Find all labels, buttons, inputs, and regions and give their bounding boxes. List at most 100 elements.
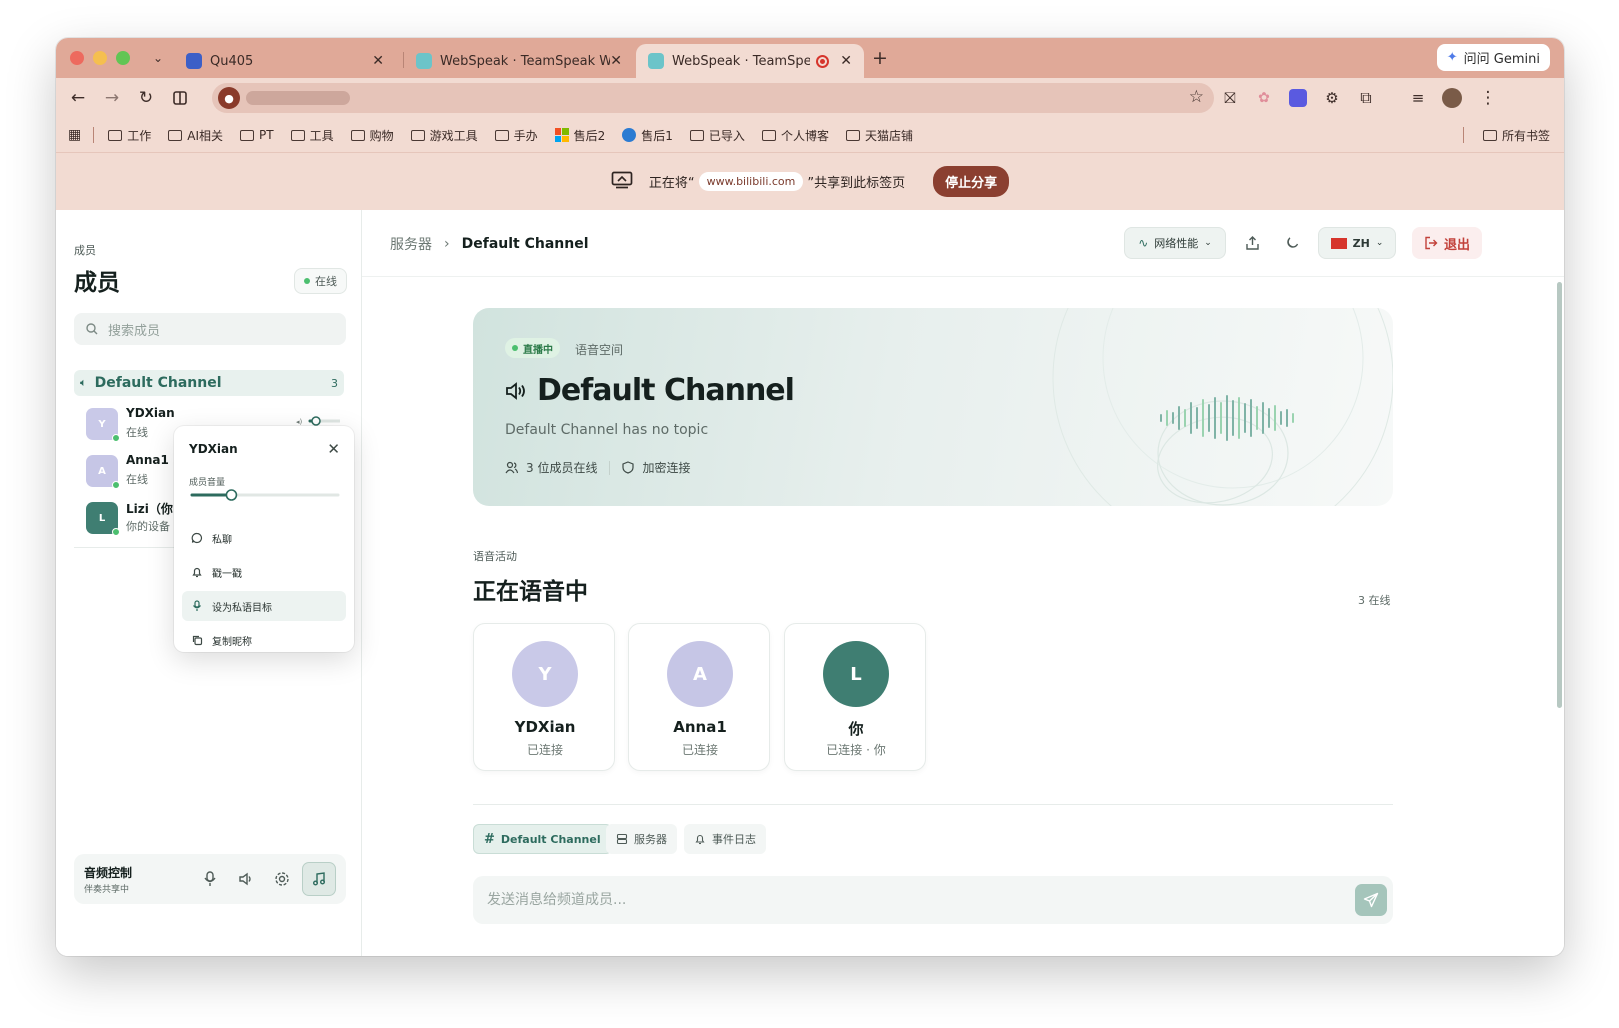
apps-grid-icon[interactable]: ▦ <box>68 127 81 143</box>
member-volume-slider[interactable] <box>190 489 340 501</box>
microphone-icon[interactable]: ● <box>218 87 240 109</box>
close-icon[interactable]: ✕ <box>372 53 384 69</box>
tab-webspeak-active[interactable]: WebSpeak · TeamSpeak Web ✕ <box>636 44 864 78</box>
bookmark-shopping[interactable]: 购物 <box>350 127 394 144</box>
all-bookmarks[interactable]: 所有书签 <box>1459 118 1550 152</box>
audio-control-panel: 音频控制 伴奏共享中 <box>74 854 346 904</box>
microphone-icon <box>193 600 201 611</box>
music-share-button[interactable] <box>302 862 336 896</box>
extension-cast-icon[interactable]: ⛝ <box>1218 86 1242 110</box>
tab-qu405[interactable]: Qu405 ✕ <box>174 44 396 78</box>
private-chat-item[interactable]: 私聊 <box>182 523 346 553</box>
voice-card-self[interactable]: L 你 已连接 · 你 <box>784 623 926 771</box>
member-search[interactable]: 搜索成员 <box>74 313 346 345</box>
microphone-button[interactable] <box>196 865 224 893</box>
voice-online-count: 3 在线 <box>1358 594 1391 607</box>
bookmark-label: 天猫店铺 <box>864 128 913 143</box>
search-icon <box>86 323 98 335</box>
main-scrollbar[interactable] <box>1557 282 1562 708</box>
bookmark-work[interactable]: 工作 <box>108 127 151 144</box>
hero-title-text: Default Channel <box>537 373 795 408</box>
reload-icon[interactable]: ↻ <box>134 86 158 110</box>
folder-icon <box>168 129 183 141</box>
member-search-input[interactable]: 搜索成员 <box>108 320 160 339</box>
menu-kebab-icon[interactable]: ⋮ <box>1476 86 1500 110</box>
forward-icon[interactable]: → <box>100 86 124 110</box>
sound-wave-illustration <box>1052 308 1393 506</box>
bookmark-figures[interactable]: 手办 <box>494 127 538 144</box>
poke-item[interactable]: 戳一戳 <box>182 557 346 587</box>
breadcrumb-server-link[interactable]: 服务器 <box>390 234 432 254</box>
language-select[interactable]: ZH ⌄ <box>1318 227 1396 259</box>
moon-icon <box>1287 237 1299 248</box>
bookmark-label: 工作 <box>127 128 152 143</box>
member-volume-label: 成员音量 <box>189 478 226 488</box>
member-name: Anna1 <box>126 453 169 467</box>
member-volume-slider[interactable]: ◂) <box>296 416 340 426</box>
new-tab-button[interactable]: + <box>868 46 892 70</box>
chevron-down-icon[interactable]: ⌄ <box>146 46 170 70</box>
tab-webspeak-1[interactable]: WebSpeak · TeamSpeak Web ✕ <box>404 44 634 78</box>
extension-pink-icon[interactable]: ✿ <box>1252 86 1276 110</box>
zoom-window-button[interactable] <box>116 51 130 65</box>
bookmark-game-tools[interactable]: 游戏工具 <box>410 127 478 144</box>
tab-event-log[interactable]: 事件日志 <box>684 824 766 854</box>
close-icon[interactable]: ✕ <box>610 53 622 69</box>
extension-openai-icon[interactable]: ⚙ <box>1320 86 1344 110</box>
address-bar[interactable]: ● ☆ <box>212 83 1214 113</box>
activity-icon: ∿ <box>1138 236 1149 250</box>
exit-button[interactable]: 退出 <box>1412 227 1483 259</box>
online-dot-icon <box>112 434 120 442</box>
extensions-puzzle-icon[interactable]: ⧉ <box>1354 86 1378 110</box>
bookmark-label: 游戏工具 <box>429 128 478 143</box>
tab-server[interactable]: 服务器 <box>606 824 677 854</box>
svg-text:◂): ◂) <box>296 418 303 426</box>
bookmark-imported[interactable]: 已导入 <box>689 127 745 144</box>
profile-avatar[interactable] <box>1440 86 1464 110</box>
online-status-chip[interactable]: 在线 <box>294 268 347 294</box>
close-icon[interactable]: ✕ <box>327 440 340 458</box>
send-button[interactable] <box>1355 884 1387 916</box>
bookmark-separator <box>93 127 95 143</box>
back-icon[interactable]: ← <box>66 86 90 110</box>
stop-sharing-button[interactable]: 停止分享 <box>933 166 1010 197</box>
channel-name: Default Channel <box>94 375 222 391</box>
network-performance-button[interactable]: ∿ 网络性能 ⌄ <box>1124 227 1226 259</box>
gemini-button[interactable]: ✦ 问问 Gemini <box>1436 44 1550 71</box>
split-view-icon[interactable] <box>168 86 192 110</box>
bookmark-aftersales-2[interactable]: 售后2 <box>554 127 605 144</box>
channel-row-default[interactable]: 🔈︎ Default Channel 3 <box>74 370 344 396</box>
close-window-button[interactable] <box>70 51 84 65</box>
live-badge: 直播中 <box>505 338 560 358</box>
bookmark-tmall[interactable]: 天猫店铺 <box>845 127 913 144</box>
recording-icon <box>816 54 829 68</box>
bookmark-ai[interactable]: AI相关 <box>168 127 223 144</box>
voice-card-anna1[interactable]: A Anna1 已连接 <box>628 623 770 771</box>
minimize-window-button[interactable] <box>93 51 107 65</box>
upload-icon <box>1245 236 1259 250</box>
bookmark-label: 已导入 <box>708 128 745 143</box>
bookmark-star-icon[interactable]: ☆ <box>1189 87 1204 107</box>
media-control-icon[interactable]: ≡ <box>1406 86 1430 110</box>
copy-nickname-item[interactable]: 复制昵称 <box>182 625 346 655</box>
close-icon[interactable]: ✕ <box>840 53 852 69</box>
gemini-label: 问问 Gemini <box>1463 52 1540 67</box>
voice-card-ydxian[interactable]: Y YDXian 已连接 <box>473 623 615 771</box>
voice-card-name: 你 <box>848 720 864 738</box>
document-favicon-icon <box>186 53 202 69</box>
bookmark-blog[interactable]: 个人博客 <box>761 127 829 144</box>
tab-share-bar: 正在将“ www.bilibili.com ”共享到此标签页 停止分享 <box>56 152 1564 210</box>
tab-channel-chat[interactable]: # Default Channel <box>473 824 612 854</box>
share-button[interactable] <box>1238 227 1266 259</box>
theme-toggle-button[interactable] <box>1278 227 1306 259</box>
tab-strip: ⌄ Qu405 ✕ WebSpeak · TeamSpeak Web ✕ Web… <box>56 38 1564 78</box>
bookmark-aftersales-1[interactable]: 售后1 <box>622 127 673 144</box>
bookmark-pt[interactable]: PT <box>240 128 274 142</box>
settings-button[interactable] <box>268 865 296 893</box>
set-whisper-target-item[interactable]: 设为私语目标 <box>182 591 346 621</box>
speaker-button[interactable] <box>232 865 260 893</box>
extension-purple-icon[interactable] <box>1286 86 1310 110</box>
bookmark-label: AI相关 <box>187 128 223 143</box>
bookmark-tools[interactable]: 工具 <box>290 127 334 144</box>
message-input[interactable] <box>487 888 1327 912</box>
